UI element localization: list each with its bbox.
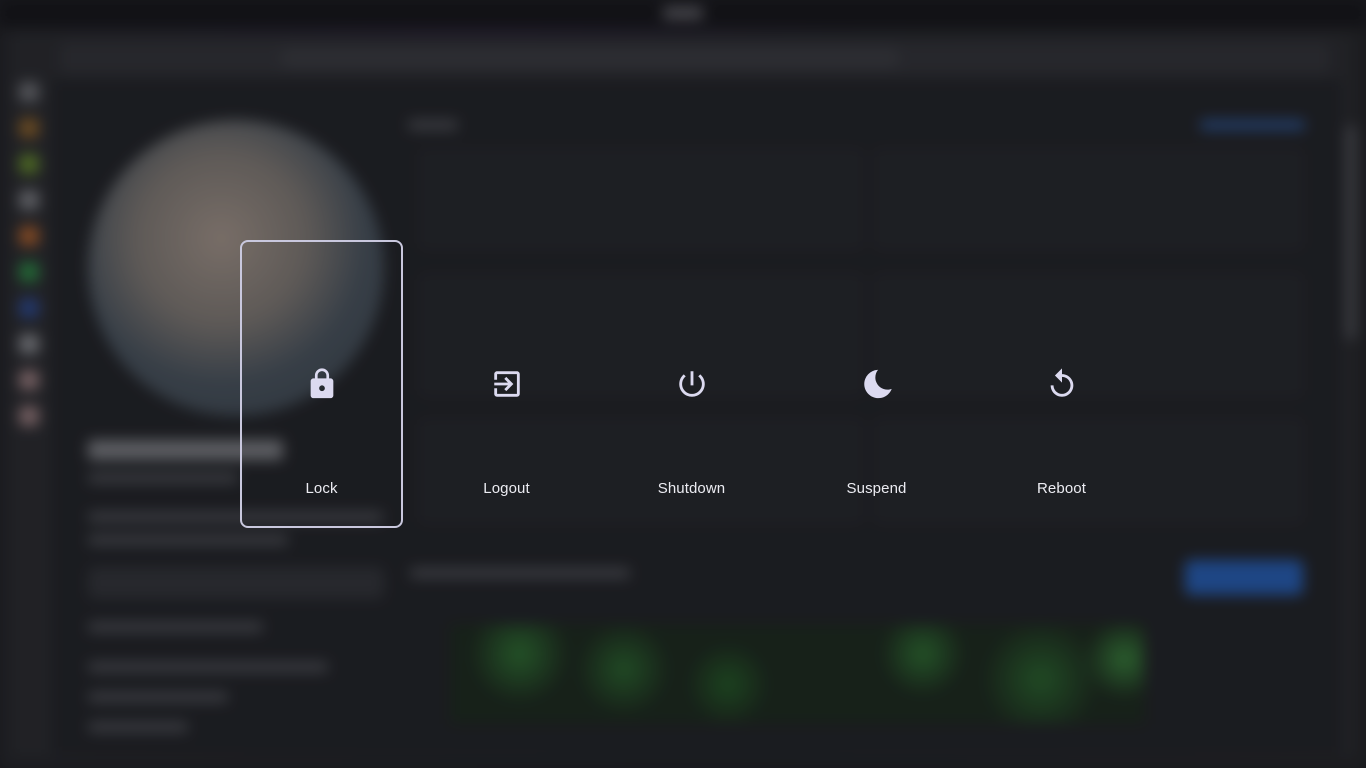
suspend-label: Suspend — [846, 480, 907, 497]
reboot-button[interactable]: Reboot — [980, 240, 1143, 528]
lock-label: Lock — [305, 480, 338, 497]
power-menu: Lock Logout Shutdown Suspend Reboot — [240, 240, 1143, 528]
shutdown-label: Shutdown — [657, 480, 726, 497]
suspend-button[interactable]: Suspend — [795, 240, 958, 528]
power-icon — [675, 367, 709, 401]
logout-icon — [490, 367, 524, 401]
lock-button[interactable]: Lock — [240, 240, 403, 528]
reboot-icon — [1045, 367, 1079, 401]
moon-icon — [860, 367, 894, 401]
lock-icon — [305, 367, 339, 401]
reboot-label: Reboot — [1037, 480, 1086, 497]
shutdown-button[interactable]: Shutdown — [610, 240, 773, 528]
logout-label: Logout — [483, 480, 530, 497]
logout-button[interactable]: Logout — [425, 240, 588, 528]
desktop-screen: Lock Logout Shutdown Suspend Reboot — [0, 0, 1366, 768]
